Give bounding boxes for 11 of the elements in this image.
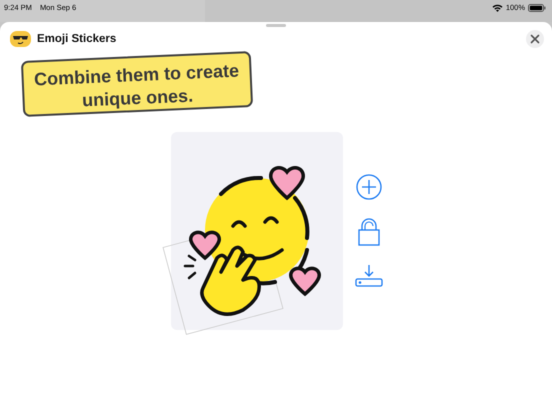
close-button[interactable] [526, 30, 544, 48]
close-icon [530, 34, 540, 44]
download-icon [355, 264, 383, 288]
padlock-open-icon [357, 218, 381, 246]
battery-icon [528, 4, 546, 12]
sunglasses-face-icon [10, 31, 31, 47]
sheet-title: Emoji Stickers [37, 33, 118, 45]
add-icon [356, 174, 382, 200]
callout-banner: Combine them to create unique ones. [20, 51, 254, 117]
wifi-icon [492, 4, 503, 12]
add-button[interactable] [354, 172, 384, 202]
